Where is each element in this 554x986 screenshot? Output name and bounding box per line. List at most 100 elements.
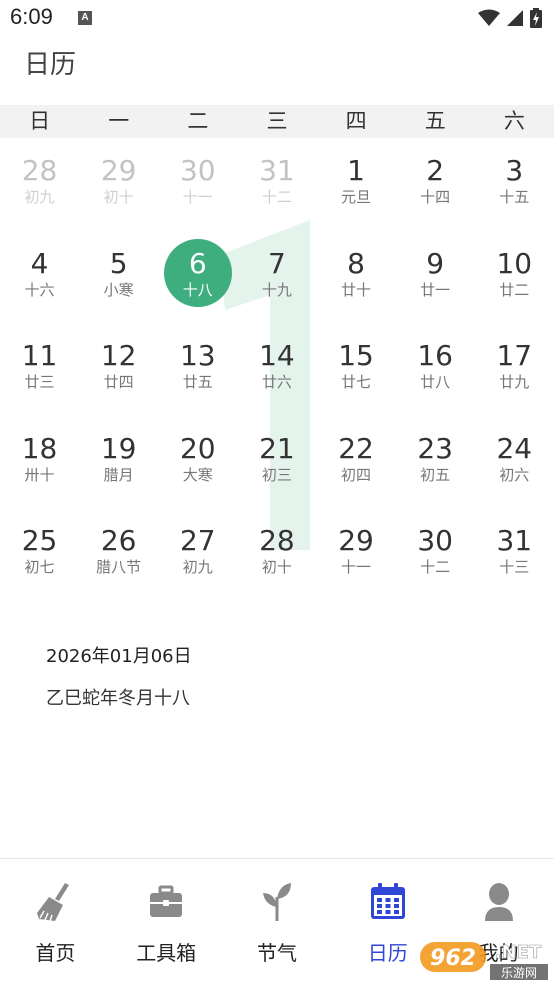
weekday-header: 日 一 二 三 四 五 六 xyxy=(0,105,554,138)
day-cell[interactable]: 2 十四 xyxy=(396,140,475,233)
calendar-icon xyxy=(370,883,405,919)
lunar-day: 廿六 xyxy=(261,373,292,391)
day-cell[interactable]: 29 初十 xyxy=(79,140,158,233)
day-number: 24 xyxy=(496,431,533,465)
watermark-number: 962 xyxy=(430,946,476,971)
tab-solar-terms[interactable]: 节气 xyxy=(222,859,333,986)
signal-icon xyxy=(507,10,523,26)
day-cell[interactable]: 25 初七 xyxy=(0,510,79,603)
day-cell[interactable]: 4 十六 xyxy=(0,233,79,326)
day-cell[interactable]: 28 初九 xyxy=(0,140,79,233)
tab-toolbox-label: 工具箱 xyxy=(136,941,197,965)
lunar-day: 十一 xyxy=(182,188,213,206)
weekday-label: 三 xyxy=(266,109,288,133)
day-cell[interactable]: 1 元旦 xyxy=(317,140,396,233)
lunar-day: 廿三 xyxy=(24,373,55,391)
day-cell[interactable]: 12 廿四 xyxy=(79,325,158,418)
day-cell[interactable]: 24 初六 xyxy=(475,418,554,511)
day-number: 29 xyxy=(338,524,374,557)
selected-date: 2026年01月06日 xyxy=(46,646,192,667)
day-cell[interactable]: 31 十二 xyxy=(237,140,316,233)
day-cell[interactable]: 16 廿八 xyxy=(396,325,475,418)
day-cell[interactable]: 11 廿三 xyxy=(0,325,79,418)
status-icons xyxy=(478,8,542,28)
watermark-domain: .NET xyxy=(495,942,542,963)
day-number: 26 xyxy=(100,524,137,557)
day-cell[interactable]: 19 腊月 xyxy=(79,418,158,511)
lunar-day: 初十 xyxy=(261,558,292,576)
day-number: 22 xyxy=(338,431,374,465)
day-number: 18 xyxy=(21,431,58,465)
tab-home-label: 首页 xyxy=(35,941,76,965)
lunar-day: 初十 xyxy=(103,188,134,206)
day-cell[interactable]: 28 初十 xyxy=(237,510,316,603)
tab-toolbox[interactable]: 工具箱 xyxy=(111,859,222,986)
day-cell[interactable]: 5 小寒 xyxy=(79,233,158,326)
lunar-day: 初九 xyxy=(182,558,213,576)
weekday-label: 二 xyxy=(187,109,209,133)
lunar-day: 廿五 xyxy=(182,373,213,391)
day-number: 6 xyxy=(188,246,207,280)
day-cell[interactable]: 27 初九 xyxy=(158,510,237,603)
lunar-day: 十八 xyxy=(182,280,213,299)
day-number: 29 xyxy=(100,154,137,187)
day-number: 27 xyxy=(179,524,216,557)
day-number: 8 xyxy=(347,246,365,280)
day-cell[interactable]: 26 腊八节 xyxy=(79,510,158,603)
day-number: 25 xyxy=(21,524,58,557)
day-number: 4 xyxy=(30,246,49,280)
day-number: 30 xyxy=(417,524,453,557)
day-cell[interactable]: 10 廿二 xyxy=(475,233,554,326)
lunar-day: 小寒 xyxy=(103,280,134,299)
day-cell[interactable]: 17 廿九 xyxy=(475,325,554,418)
wifi-icon xyxy=(478,9,500,26)
day-cell[interactable]: 18 卅十 xyxy=(0,418,79,511)
weekday-label: 一 xyxy=(108,109,130,133)
lunar-day: 廿四 xyxy=(103,373,134,391)
lunar-day: 廿七 xyxy=(341,373,372,391)
selected-lunar-date: 乙巳蛇年冬月十八 xyxy=(46,688,190,709)
day-cell[interactable]: 20 大寒 xyxy=(158,418,237,511)
lunar-day: 十三 xyxy=(499,558,530,576)
lunar-day: 初六 xyxy=(499,465,530,484)
tab-home[interactable]: 首页 xyxy=(0,859,111,986)
lunar-day: 初三 xyxy=(261,465,292,484)
user-icon xyxy=(484,883,513,921)
day-cell[interactable]: 22 初四 xyxy=(317,418,396,511)
day-number: 28 xyxy=(21,154,58,187)
lunar-day: 廿八 xyxy=(420,373,451,391)
day-cell[interactable]: 8 廿十 xyxy=(317,233,396,326)
lunar-day: 十五 xyxy=(499,188,530,206)
day-cell[interactable]: 21 初三 xyxy=(237,418,316,511)
lunar-day: 廿二 xyxy=(499,280,530,299)
lunar-day: 廿十 xyxy=(341,280,372,299)
day-number: 19 xyxy=(100,431,137,465)
weekday-label: 日 xyxy=(29,109,51,133)
day-cell[interactable]: 9 廿一 xyxy=(396,233,475,326)
day-number: 2 xyxy=(426,154,445,187)
day-cell[interactable]: 3 十五 xyxy=(475,140,554,233)
day-cell[interactable]: 30 十二 xyxy=(396,510,475,603)
day-cell[interactable]: 15 廿七 xyxy=(317,325,396,418)
day-cell[interactable]: 31 十三 xyxy=(475,510,554,603)
day-number: 23 xyxy=(417,431,453,465)
notification-icon: A xyxy=(78,11,92,25)
day-cell[interactable]: 30 十一 xyxy=(158,140,237,233)
day-cell[interactable]: 13 廿五 xyxy=(158,325,237,418)
lunar-day: 廿九 xyxy=(499,373,530,391)
lunar-day: 十二 xyxy=(420,558,451,576)
lunar-day: 初七 xyxy=(24,558,55,576)
lunar-day: 初四 xyxy=(341,465,372,484)
day-number: 31 xyxy=(259,154,295,187)
day-number: 12 xyxy=(100,339,137,372)
day-cell[interactable]: 7 十九 xyxy=(237,233,316,326)
day-number: 7 xyxy=(268,246,286,280)
watermark-site: 乐游网 xyxy=(501,966,537,980)
day-cell[interactable]: 29 十一 xyxy=(317,510,396,603)
day-cell[interactable]: 23 初五 xyxy=(396,418,475,511)
day-number: 21 xyxy=(259,431,295,465)
day-number: 13 xyxy=(179,339,216,372)
day-number: 5 xyxy=(109,246,128,280)
day-cell-selected[interactable]: 6 十八 xyxy=(158,233,237,326)
day-cell[interactable]: 14 廿六 xyxy=(237,325,316,418)
